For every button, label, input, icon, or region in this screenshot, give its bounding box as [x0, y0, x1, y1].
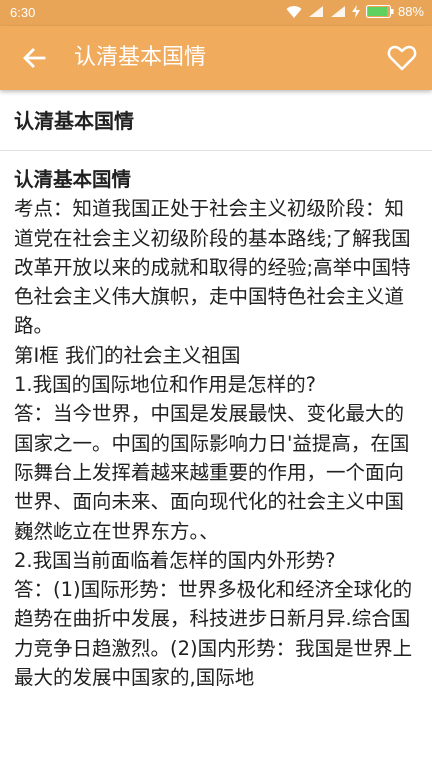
app-bar: 认清基本国情 [0, 26, 432, 90]
wifi-icon [286, 5, 302, 19]
article-paragraph: 答：(1)国际形势：世界多极化和经济全球化的趋势在曲折中发展，科技进步日新月异.… [14, 578, 413, 690]
article-header-title: 认清基本国情 [14, 109, 134, 133]
charging-icon [351, 5, 360, 18]
signal-icon [308, 5, 324, 18]
back-button[interactable] [18, 42, 50, 74]
favorite-button[interactable] [386, 42, 418, 74]
heart-outline-icon [387, 45, 417, 71]
article-content: 认清基本国情 考点：知道我国正处于社会主义初级阶段：知道党在社会主义初级阶段的基… [14, 165, 418, 692]
arrow-left-icon [23, 48, 46, 68]
signal-icon [330, 5, 346, 18]
battery-icon [365, 5, 394, 18]
battery-indicator: 88% [365, 4, 424, 19]
article-heading: 认清基本国情 [14, 168, 132, 191]
battery-percent: 88% [397, 4, 424, 19]
article-paragraph: 1.我国的国际地位和作用是怎样的? [14, 373, 316, 397]
status-time: 6:30 [10, 5, 36, 20]
article-paragraph: 考点：知道我国正处于社会主义初级阶段：知道党在社会主义初级阶段的基本路线;了解我… [14, 197, 411, 338]
article-paragraph: 第Ⅰ框 我们的社会主义祖国 [14, 343, 241, 367]
status-icons: 88% [286, 4, 424, 19]
article-paragraph: 答：当今世界，中国是发展最快、变化最大的国家之一。中国的国际影响力日'益提高，在… [14, 402, 410, 543]
article-paragraph: 2.我国当前面临着怎样的国内外形势? [14, 548, 336, 572]
article-header: 认清基本国情 [0, 92, 432, 151]
page-title: 认清基本国情 [74, 45, 207, 70]
status-bar: 6:30 88% [0, 0, 432, 26]
